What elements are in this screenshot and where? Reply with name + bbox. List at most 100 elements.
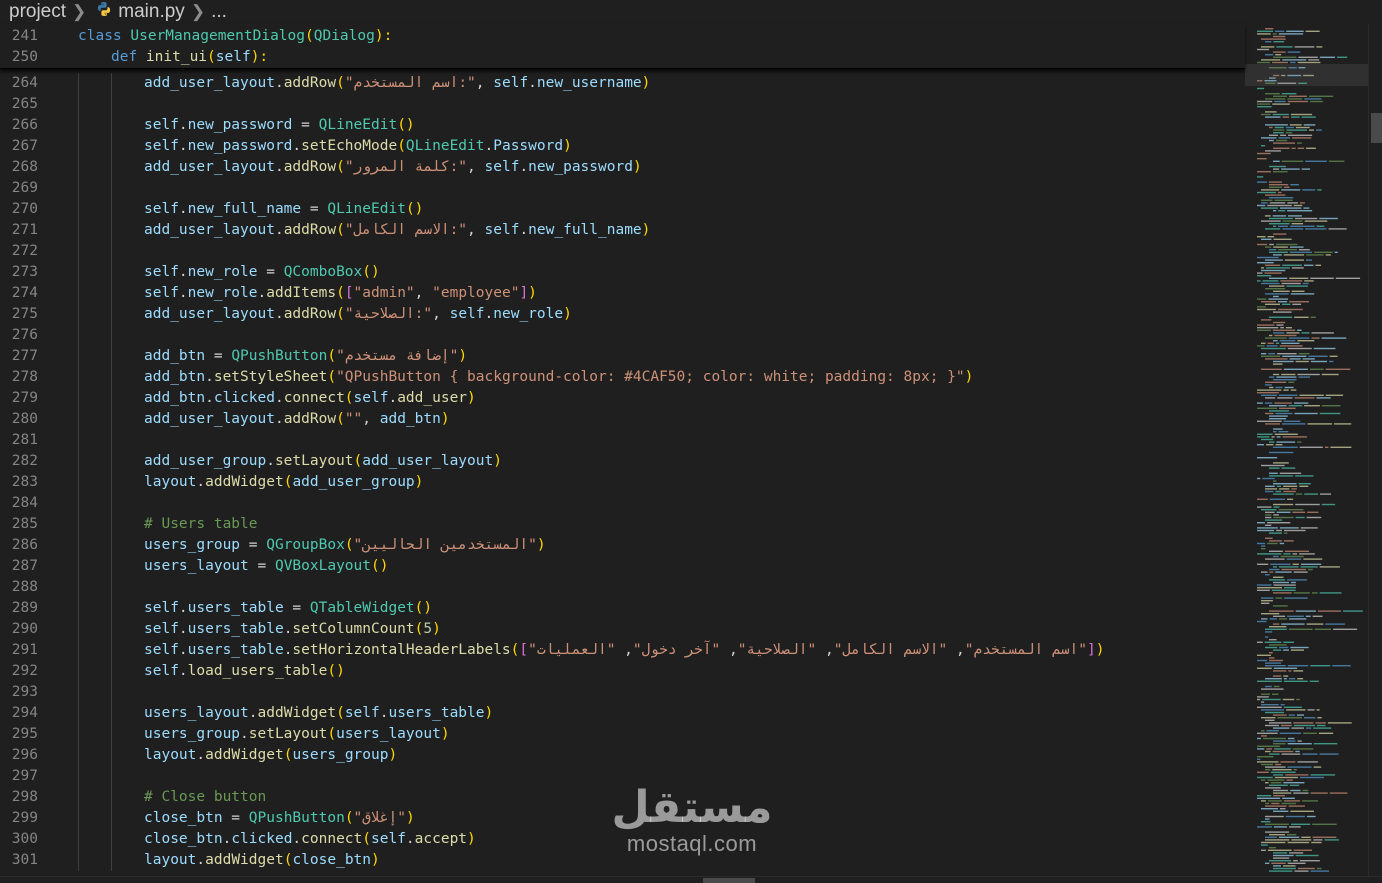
code-line[interactable]: 276 [0, 325, 1245, 346]
minimap-line [1265, 787, 1281, 789]
minimap-line [1319, 412, 1341, 415]
line-number: 278 [11, 369, 38, 385]
code-line[interactable]: 282 add_user_group.setLayout(add_user_lay… [0, 451, 1245, 472]
minimap-line [1273, 428, 1283, 430]
minimap-line [1261, 709, 1285, 711]
code-line[interactable]: 273 self.new_role = QComboBox() [0, 262, 1245, 283]
line-number: 297 [11, 768, 38, 784]
minimap-line [1261, 717, 1276, 719]
minimap-line [1274, 776, 1298, 779]
minimap-line [1297, 147, 1305, 149]
code-line[interactable]: 281 [0, 430, 1245, 451]
code-line[interactable]: 266 self.new_password = QLineEdit() [0, 115, 1245, 136]
code-line[interactable]: 269 [0, 178, 1245, 199]
minimap-line [1261, 355, 1281, 357]
code-line[interactable]: 293 [0, 682, 1245, 703]
code-line[interactable]: 297 [0, 766, 1245, 787]
code-line[interactable]: 241 class UserManagementDialog(QDialog): [0, 26, 1245, 47]
minimap-line [1283, 490, 1296, 493]
code-line[interactable]: 289 self.users_table = QTableWidget() [0, 598, 1245, 619]
code-token: "" [344, 411, 363, 427]
minimap-line [1325, 623, 1345, 625]
indent-guide [78, 451, 79, 472]
minimap-line [1276, 485, 1282, 487]
minimap-line [1293, 722, 1314, 724]
minimap[interactable] [1245, 24, 1368, 876]
minimap-line [1265, 215, 1271, 217]
code-line[interactable]: 294 users_layout.addWidget(self.users_tab… [0, 703, 1245, 724]
code-line[interactable]: 290 self.users_table.setColumnCount(5) [0, 619, 1245, 640]
minimap-line [1261, 571, 1268, 573]
code-line[interactable]: 277 add_btn = QPushButton("إضافة مستخدم") [0, 346, 1245, 367]
breadcrumb-folder[interactable]: project [9, 1, 66, 23]
vertical-scrollbar-thumb[interactable] [1371, 113, 1382, 143]
breadcrumb-more[interactable]: ... [211, 1, 227, 23]
vertical-scrollbar[interactable] [1368, 24, 1382, 876]
code-line[interactable]: 287 users_layout = QVBoxLayout() [0, 556, 1245, 577]
code-line[interactable]: 288 [0, 577, 1245, 598]
code-line[interactable]: 286 users_group = QGroupBox("المستخدمين ا… [0, 535, 1245, 556]
minimap-line [1282, 220, 1303, 222]
minimap-line [1290, 389, 1297, 391]
code-line[interactable]: 280 add_user_layout.addRow("", add_btn) [0, 409, 1245, 430]
minimap-line [1262, 698, 1281, 701]
code-line[interactable]: 264 add_user_layout.addRow("اسم المستخدم:… [0, 73, 1245, 94]
code-line[interactable]: 285 # Users table [0, 514, 1245, 535]
code-line[interactable]: 265 [0, 94, 1245, 115]
code-token: , [362, 411, 380, 427]
minimap-line [1257, 758, 1261, 760]
code-line[interactable]: 267 self.new_password.setEchoMode(QLineEd… [0, 136, 1245, 157]
code-text: add_user_layout.addRow("كلمة المرور:", s… [144, 157, 642, 178]
chevron-right-icon: ❯ [190, 2, 206, 21]
minimap-line [1266, 267, 1290, 269]
code-line[interactable]: 279 add_btn.clicked.connect(self.add_user… [0, 388, 1245, 409]
code-line[interactable]: 301 layout.addWidget(close_btn) [0, 850, 1245, 871]
minimap-line [1306, 147, 1316, 149]
breadcrumb-file[interactable]: main.py [118, 1, 185, 23]
minimap-line [1317, 717, 1322, 719]
minimap-line [1265, 685, 1272, 688]
minimap-line [1273, 142, 1296, 144]
code-line[interactable]: 278 add_btn.setStyleSheet("QPushButton { … [0, 367, 1245, 388]
code-line[interactable]: 250 def init_ui(self): [0, 47, 1245, 68]
code-line[interactable]: 272 [0, 241, 1245, 262]
horizontal-scrollbar-thumb[interactable] [703, 878, 755, 883]
code-line[interactable]: 275 add_user_layout.addRow("الصلاحية:", s… [0, 304, 1245, 325]
code-line[interactable]: 299 close_btn = QPushButton("إغلاق") [0, 808, 1245, 829]
code-token: "إغلاق" [353, 810, 406, 826]
code-editor[interactable]: 264 add_user_layout.addRow("اسم المستخدم:… [0, 24, 1245, 876]
minimap-line [1297, 340, 1315, 342]
code-line[interactable]: 300 close_btn.clicked.connect(self.accept… [0, 829, 1245, 850]
code-line[interactable]: 291 self.users_table.setHorizontalHeaderL… [0, 640, 1245, 661]
code-line[interactable]: 298 # Close button [0, 787, 1245, 808]
minimap-line [1264, 402, 1273, 404]
indent-guide [111, 220, 112, 241]
code-line[interactable]: 274 self.new_role.addItems(["admin", "emp… [0, 283, 1245, 304]
minimap-line [1273, 168, 1280, 170]
minimap-line [1334, 251, 1338, 253]
code-token: # Close button [144, 789, 267, 805]
minimap-line [1265, 724, 1279, 727]
code-line[interactable]: 268 add_user_layout.addRow("كلمة المرور:"… [0, 157, 1245, 178]
code-line[interactable]: 295 users_group.setLayout(users_layout) [0, 724, 1245, 745]
minimap-slider[interactable] [1245, 64, 1368, 86]
minimap-line [1269, 405, 1287, 407]
minimap-line [1261, 438, 1274, 441]
minimap-line [1265, 303, 1280, 305]
code-line[interactable]: 283 layout.addWidget(add_user_group) [0, 472, 1245, 493]
code-line[interactable]: 292 self.load_users_table() [0, 661, 1245, 682]
minimap-line [1287, 134, 1313, 136]
code-token: self [484, 222, 520, 238]
minimap-line [1261, 779, 1266, 781]
line-number: 282 [11, 453, 38, 469]
minimap-line [1312, 823, 1337, 825]
indent-guide [78, 493, 79, 514]
code-token: . [274, 159, 284, 175]
code-line[interactable]: 284 [0, 493, 1245, 514]
code-line[interactable]: 271 add_user_layout.addRow("الاسم الكامل:… [0, 220, 1245, 241]
sticky-scroll-header[interactable]: 241 class UserManagementDialog(QDialog): 2… [0, 24, 1245, 69]
code-line[interactable]: 296 layout.addWidget(users_group) [0, 745, 1245, 766]
code-line[interactable]: 270 self.new_full_name = QLineEdit() [0, 199, 1245, 220]
line-number: 299 [11, 810, 38, 826]
code-token: = [292, 117, 319, 133]
